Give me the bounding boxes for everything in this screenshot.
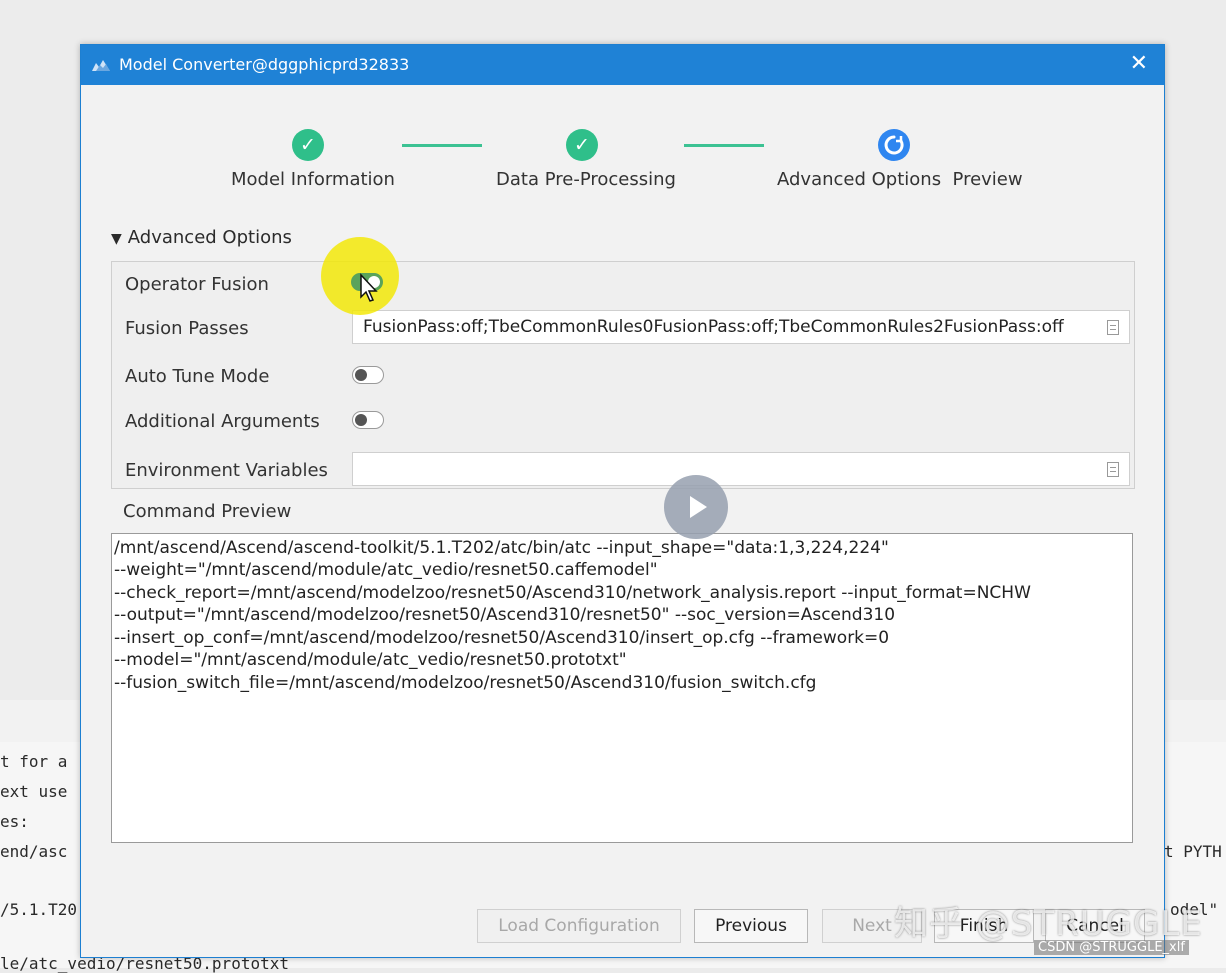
environment-variables-field[interactable] bbox=[352, 452, 1130, 486]
environment-variables-label: Environment Variables bbox=[125, 460, 328, 481]
file-browse-icon[interactable] bbox=[1107, 462, 1119, 477]
operator-fusion-label: Operator Fusion bbox=[125, 274, 269, 295]
additional-arguments-label: Additional Arguments bbox=[125, 411, 320, 432]
advanced-options-title: Advanced Options bbox=[127, 227, 292, 248]
watermark: 知乎 @STRUGGLE bbox=[894, 904, 1203, 944]
caret-down-icon: ▼ bbox=[111, 231, 122, 247]
command-line: /mnt/ascend/Ascend/ascend-toolkit/5.1.T2… bbox=[114, 538, 889, 558]
command-line: --weight="/mnt/ascend/module/atc_vedio/r… bbox=[114, 560, 658, 580]
additional-arguments-switch[interactable] bbox=[352, 411, 384, 429]
load-configuration-button[interactable]: Load Configuration bbox=[477, 909, 681, 943]
command-preview-area[interactable]: /mnt/ascend/Ascend/ascend-toolkit/5.1.T2… bbox=[111, 533, 1133, 843]
step-connector bbox=[684, 144, 764, 147]
app-icon bbox=[92, 60, 110, 71]
fusion-passes-label: Fusion Passes bbox=[125, 318, 249, 339]
step-3-spinner-icon bbox=[878, 129, 910, 161]
advanced-options-panel: Operator Fusion Fusion Passes FusionPass… bbox=[111, 261, 1135, 489]
advanced-options-toggle[interactable]: ▼ Advanced Options bbox=[111, 227, 292, 248]
previous-button[interactable]: Previous bbox=[694, 909, 808, 943]
terminal-line: t for a bbox=[0, 752, 68, 771]
step-label-data-preprocessing[interactable]: Data Pre-Processing bbox=[496, 169, 676, 190]
terminal-line: es: bbox=[0, 812, 29, 831]
auto-tune-switch[interactable] bbox=[352, 366, 384, 384]
command-line: --model="/mnt/ascend/module/atc_vedio/re… bbox=[114, 650, 627, 670]
terminal-line: /5.1.T20 bbox=[0, 900, 78, 919]
window-title: Model Converter@dggphicprd32833 bbox=[119, 55, 410, 74]
play-icon bbox=[690, 496, 707, 518]
command-preview-label: Command Preview bbox=[123, 501, 292, 522]
terminal-line: t PYTH bbox=[1164, 842, 1222, 861]
step-2-check-icon: ✓ bbox=[566, 129, 598, 161]
step-label-advanced-options-preview[interactable]: Advanced Options Preview bbox=[777, 169, 1023, 190]
terminal-line: ext use bbox=[0, 782, 68, 801]
video-play-button[interactable] bbox=[664, 475, 728, 539]
mouse-pointer-icon bbox=[360, 273, 378, 302]
command-line: --fusion_switch_file=/mnt/ascend/modelzo… bbox=[114, 673, 817, 693]
source-watermark: CSDN @STRUGGLE_xlf bbox=[1034, 940, 1189, 955]
command-line: --check_report=/mnt/ascend/modelzoo/resn… bbox=[114, 583, 1031, 603]
step-label-model-information[interactable]: Model Information bbox=[231, 169, 395, 190]
terminal-line: end/asc bbox=[0, 842, 68, 861]
auto-tune-label: Auto Tune Mode bbox=[125, 366, 270, 387]
fusion-passes-value: FusionPass:off;TbeCommonRules0FusionPass… bbox=[363, 317, 1064, 337]
command-line: --insert_op_conf=/mnt/ascend/modelzoo/re… bbox=[114, 628, 890, 648]
step-connector bbox=[402, 144, 482, 147]
close-icon[interactable]: ✕ bbox=[1130, 51, 1148, 76]
command-line: --output="/mnt/ascend/modelzoo/resnet50/… bbox=[114, 605, 896, 625]
title-bar[interactable]: Model Converter@dggphicprd32833 ✕ bbox=[81, 45, 1164, 85]
fusion-passes-field[interactable]: FusionPass:off;TbeCommonRules0FusionPass… bbox=[352, 310, 1130, 344]
model-converter-dialog: Model Converter@dggphicprd32833 ✕ ✓ ✓ Mo… bbox=[80, 44, 1165, 958]
step-1-check-icon: ✓ bbox=[292, 129, 324, 161]
file-browse-icon[interactable] bbox=[1107, 320, 1119, 335]
spinner-icon bbox=[884, 135, 904, 155]
